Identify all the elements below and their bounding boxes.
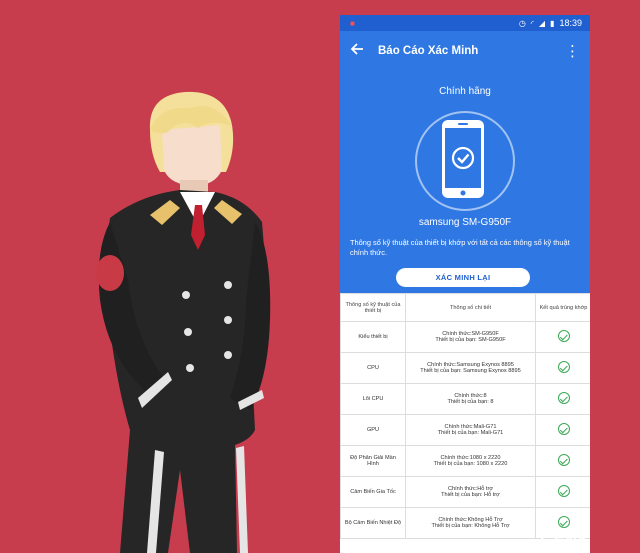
- table-row: Kiểu thiết bị Chính thức:SM-G950F Thiết b…: [340, 321, 590, 353]
- spec-name: Bộ Cảm Biến Nhiệt Độ: [340, 507, 406, 539]
- match-cell: [535, 321, 590, 353]
- table-row: Lõi CPU Chính thức:8 Thiết bị của bạn: 8: [340, 383, 590, 415]
- genk-watermark-logo: GENK: [540, 532, 591, 549]
- page-title: Báo Cáo Xác Minh: [378, 45, 479, 57]
- table-row: Độ Phân Giải Màn Hình Chính thức:1080 x …: [340, 445, 590, 477]
- alarm-icon: ◷: [518, 18, 526, 28]
- spec-detail: Chính thức:Mali-G71 Thiết bị của bạn: Mal…: [405, 414, 536, 446]
- phone-check-icon: [442, 120, 484, 198]
- spec-detail: Chính thức:SM-G950F Thiết bị của bạn: SM-…: [405, 321, 536, 353]
- check-circle-icon: [557, 423, 570, 435]
- header-spec: Thông số kỹ thuật của thiết bị: [340, 293, 406, 322]
- status-bar: ■ ◷ ◜ ◢ ▮ 18:39: [340, 15, 590, 31]
- spec-detail: Chính thức:1080 x 2220 Thiết bị của bạn: …: [405, 445, 536, 477]
- match-cell: [535, 476, 590, 508]
- verify-again-button[interactable]: XÁC MINH LẠI: [396, 268, 530, 287]
- spec-detail: Chính thức:Samsung Exynos 8895 Thiết bị c…: [405, 352, 536, 384]
- check-circle-icon: [557, 330, 570, 342]
- check-circle-icon: [557, 516, 570, 528]
- table-row: Cảm Biến Gia Tốc Chính thức:Hỗ trợ Thiết …: [340, 476, 590, 508]
- device-model: samsung SM-G950F: [418, 217, 512, 228]
- status-time: 18:39: [559, 18, 582, 28]
- more-vert-icon[interactable]: ⋮: [565, 44, 580, 59]
- spec-table: Thông số kỹ thuật của thiết bị Thông số …: [340, 293, 590, 539]
- spec-name: Độ Phân Giải Màn Hình: [340, 445, 406, 477]
- table-row: GPU Chính thức:Mali-G71 Thiết bị của bạn:…: [340, 414, 590, 446]
- check-circle-icon: [557, 392, 570, 404]
- match-cell: [535, 383, 590, 415]
- match-cell: [535, 414, 590, 446]
- match-cell: [535, 352, 590, 384]
- header-detail: Thông số chi tiết: [405, 293, 536, 322]
- spec-name: Kiểu thiết bị: [340, 321, 406, 353]
- spec-detail: Chính thức:Hỗ trợ Thiết bị của bạn: Hỗ tr…: [405, 476, 536, 508]
- app-bar: Báo Cáo Xác Minh ⋮: [340, 31, 590, 71]
- spec-name: CPU: [340, 352, 406, 384]
- spec-detail: Chính thức:Không Hỗ Trợ Thiết bị của bạn:…: [405, 507, 536, 539]
- authenticity-status: Chính hãng: [439, 86, 491, 97]
- spec-name: Cảm Biến Gia Tốc: [340, 476, 406, 508]
- verification-summary: Chính hãng samsung SM-G950F Thông số kỹ …: [340, 71, 590, 293]
- spec-detail: Chính thức:8 Thiết bị của bạn: 8: [405, 383, 536, 415]
- signal-icon: ◢: [538, 18, 546, 28]
- spec-name: Lõi CPU: [340, 383, 406, 415]
- check-circle-icon: [557, 485, 570, 497]
- battery-icon: ▮: [550, 18, 555, 28]
- match-cell: [535, 445, 590, 477]
- phone-screen: ■ ◷ ◜ ◢ ▮ 18:39 Báo Cáo Xác Minh ⋮ Chính…: [340, 15, 590, 553]
- check-circle-icon: [557, 361, 570, 373]
- notification-icon: ■: [350, 18, 355, 28]
- wifi-icon: ◜: [530, 18, 534, 28]
- table-header-row: Thông số kỹ thuật của thiết bị Thông số …: [340, 293, 590, 322]
- check-circle-icon: [557, 454, 570, 466]
- arrow-left-icon[interactable]: [350, 41, 372, 61]
- table-row: CPU Chính thức:Samsung Exynos 8895 Thiết …: [340, 352, 590, 384]
- header-match: Kết quả trùng khớp: [535, 293, 590, 322]
- verification-description: Thông số kỹ thuật của thiết bị khớp với …: [350, 238, 570, 257]
- spec-name: GPU: [340, 414, 406, 446]
